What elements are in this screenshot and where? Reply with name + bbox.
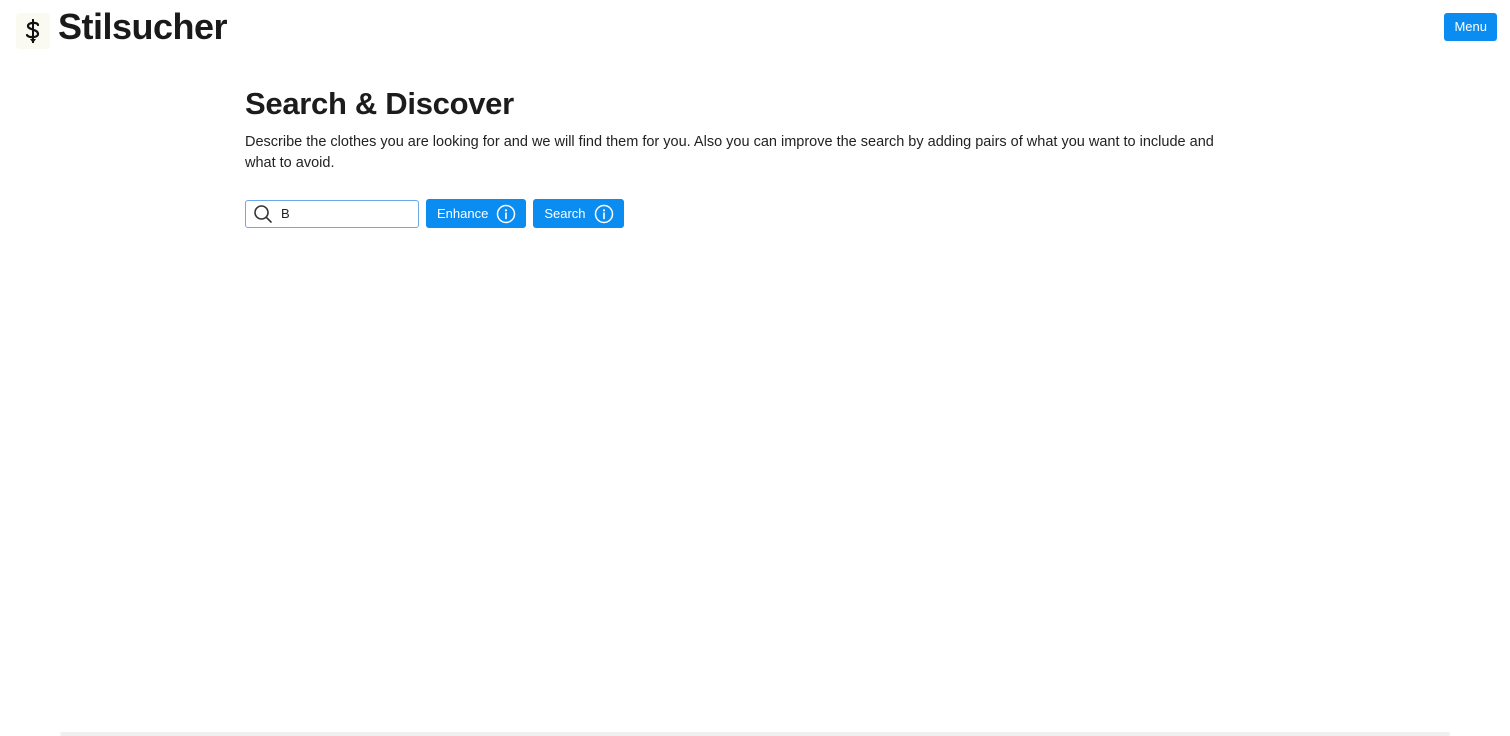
search-icon xyxy=(253,204,273,224)
search-input[interactable] xyxy=(281,206,401,221)
search-button-label: Search xyxy=(544,206,586,221)
info-icon[interactable] xyxy=(594,204,614,224)
brand-title[interactable]: Stilsucher xyxy=(58,6,228,48)
page-description: Describe the clothes you are looking for… xyxy=(245,134,1214,171)
bottom-divider xyxy=(60,732,1450,736)
page-title: Search & Discover xyxy=(245,86,514,121)
enhance-button[interactable]: Enhance xyxy=(426,199,527,228)
dollar-sign-icon[interactable] xyxy=(16,13,50,49)
enhance-button-label: Enhance xyxy=(437,206,489,221)
menu-button[interactable]: Menu xyxy=(1444,13,1497,41)
top-header: Stilsucher Menu xyxy=(0,0,1510,56)
search-row: Enhance Search xyxy=(245,199,624,228)
search-field[interactable] xyxy=(245,199,419,228)
info-icon[interactable] xyxy=(496,204,516,224)
search-button[interactable]: Search xyxy=(533,199,624,228)
main-content: Search & Discover Describe the clothes y… xyxy=(245,84,1245,228)
